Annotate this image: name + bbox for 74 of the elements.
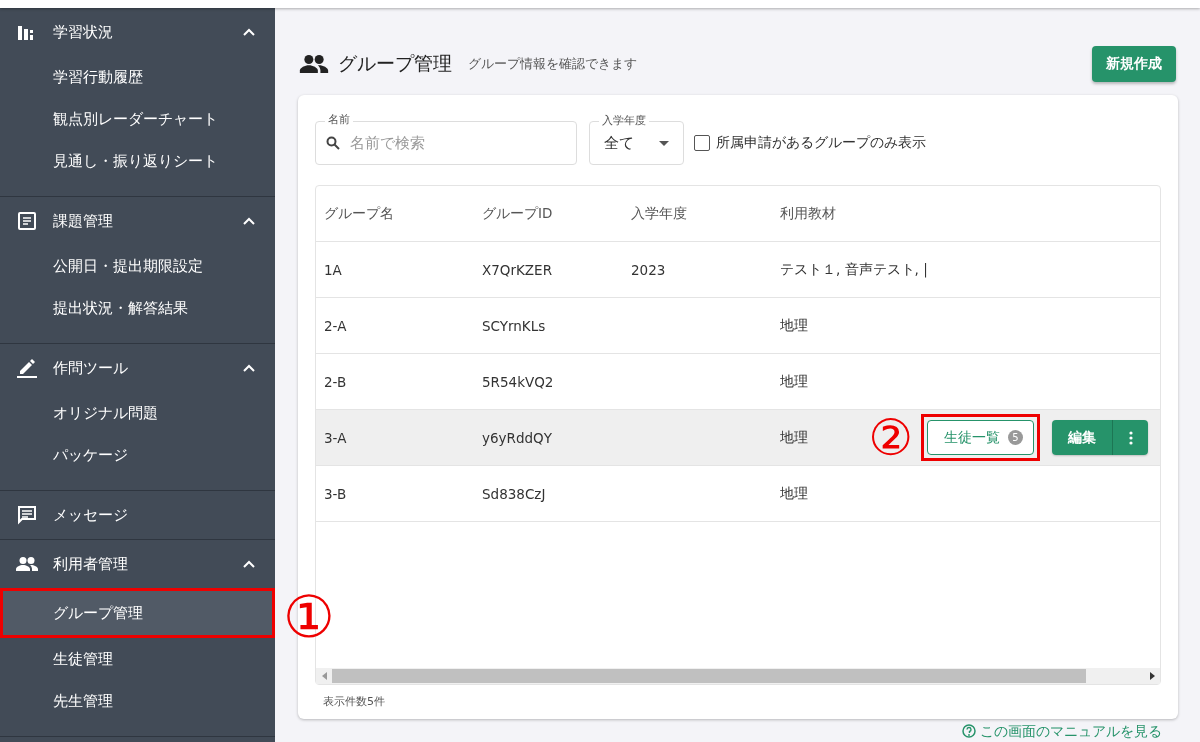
table-row[interactable]: 3-B Sd838CzJ 地理 bbox=[316, 466, 1160, 522]
sidebar-section-header[interactable]: 利用者管理 bbox=[0, 540, 275, 588]
section-label: 利用者管理 bbox=[53, 554, 129, 574]
table-cell: 5R54kVQ2 bbox=[482, 373, 554, 390]
callout-number: ① bbox=[283, 588, 335, 646]
record-count: 表示件数5件 bbox=[322, 694, 386, 709]
document-icon bbox=[18, 212, 36, 230]
sidebar-item[interactable]: 学習行動履歴 bbox=[0, 56, 275, 98]
help-icon bbox=[962, 724, 976, 738]
field-label: 入学年度 bbox=[599, 113, 649, 128]
table-cell: 3-B bbox=[324, 485, 347, 502]
sidebar-section-header[interactable]: 作問ツール bbox=[0, 344, 275, 392]
table-row[interactable]: 1A X7QrKZER 2023 テスト１, 音声テスト, | bbox=[316, 242, 1160, 298]
table-cell: X7QrKZER bbox=[482, 261, 553, 278]
section-label: 学習状況 bbox=[53, 22, 114, 42]
sidebar-item[interactable]: 見通し・振り返りシート bbox=[0, 140, 275, 182]
column-header[interactable]: グループID bbox=[482, 204, 553, 221]
column-header[interactable]: 利用教材 bbox=[780, 204, 836, 221]
chevron-up-icon[interactable] bbox=[243, 28, 255, 36]
pencil-icon bbox=[17, 358, 37, 378]
message-icon bbox=[17, 505, 37, 525]
field-label: 名前 bbox=[325, 112, 353, 127]
create-button[interactable]: 新規作成 bbox=[1092, 46, 1176, 82]
table-row[interactable]: 3-A y6yRddQY 地理 ② 生徒一覧 5 編集 bbox=[316, 410, 1160, 466]
count-badge: 5 bbox=[1008, 430, 1023, 445]
table-cell: Sd838CzJ bbox=[482, 485, 546, 502]
callout-number: ② bbox=[868, 412, 913, 463]
table-cell: 地理 bbox=[780, 428, 808, 445]
section-label: メッセージ bbox=[53, 505, 129, 525]
scroll-right-icon[interactable] bbox=[1149, 672, 1155, 680]
section-label: 課題管理 bbox=[53, 211, 114, 231]
sidebar-item[interactable]: オリジナル問題 bbox=[0, 392, 275, 434]
column-header[interactable]: 入学年度 bbox=[631, 204, 687, 221]
sidebar-item[interactable]: 先生管理 bbox=[0, 680, 275, 722]
sidebar-item[interactable]: パッケージ bbox=[0, 434, 275, 476]
table-cell: SCYrnKLs bbox=[482, 317, 546, 334]
checkbox[interactable] bbox=[694, 135, 710, 151]
table-cell: 1A bbox=[324, 261, 342, 278]
sidebar-item[interactable]: 提出状況・解答結果 bbox=[0, 287, 275, 329]
sidebar-item[interactable]: 公開日・提出期限設定 bbox=[0, 245, 275, 287]
horizontal-scrollbar[interactable] bbox=[316, 668, 1160, 684]
sidebar-item[interactable]: 生徒管理 bbox=[0, 638, 275, 680]
search-icon bbox=[326, 136, 340, 150]
page-title: グループ管理 bbox=[338, 51, 452, 76]
sidebar-section-header[interactable]: 課題管理 bbox=[0, 197, 275, 245]
sidebar-item[interactable]: 観点別レーダーチャート bbox=[0, 98, 275, 140]
more-vertical-icon bbox=[1128, 430, 1133, 445]
dropdown-arrow-icon bbox=[659, 140, 669, 146]
table-cell: 地理 bbox=[780, 316, 808, 333]
edit-button[interactable]: 編集 bbox=[1052, 420, 1113, 455]
sidebar-section-header[interactable]: 学習状況 bbox=[0, 8, 275, 56]
student-list-button[interactable]: 生徒一覧 5 bbox=[927, 420, 1034, 455]
column-header[interactable]: グループ名 bbox=[324, 204, 394, 221]
table-row[interactable]: 2-A SCYrnKLs 地理 bbox=[316, 298, 1160, 354]
chevron-up-icon[interactable] bbox=[243, 364, 255, 372]
sidebar-section-header[interactable]: メッセージ bbox=[0, 491, 275, 539]
table-cell: 3-A bbox=[324, 429, 347, 446]
people-icon bbox=[16, 557, 38, 571]
manual-link[interactable]: この画面のマニュアルを見る bbox=[980, 722, 1162, 740]
table-cell: 地理 bbox=[780, 372, 808, 389]
bar-chart-icon bbox=[18, 24, 36, 40]
chevron-up-icon[interactable] bbox=[243, 217, 255, 225]
page-subtitle: グループ情報を確認できます bbox=[468, 55, 638, 73]
table-cell: 2023 bbox=[631, 261, 666, 278]
section-label: 作問ツール bbox=[53, 358, 129, 378]
checkbox-label: 所属申請があるグループのみ表示 bbox=[716, 134, 926, 152]
table-cell: テスト１, 音声テスト, | bbox=[780, 260, 928, 277]
table-cell: 2-B bbox=[324, 373, 347, 390]
table-cell: 2-A bbox=[324, 317, 347, 334]
people-icon bbox=[299, 55, 329, 73]
table-cell: 地理 bbox=[780, 484, 808, 501]
table-cell: y6yRddQY bbox=[482, 429, 552, 446]
sidebar-item[interactable]: グループ管理 bbox=[0, 588, 275, 638]
chevron-up-icon[interactable] bbox=[243, 560, 255, 568]
